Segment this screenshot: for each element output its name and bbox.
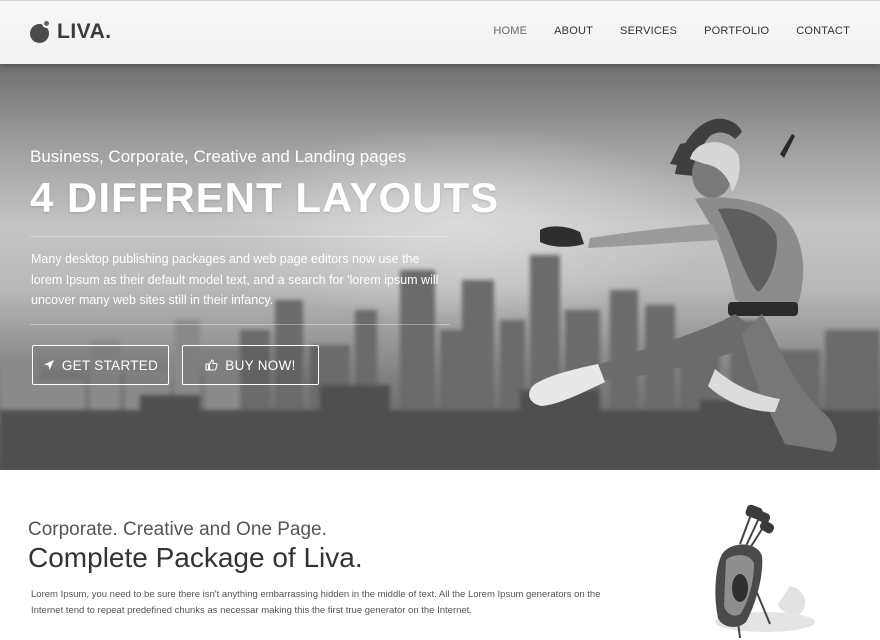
nav-contact[interactable]: CONTACT <box>796 25 850 37</box>
section-body: Lorem Ipsum, you need to be sure there i… <box>31 589 601 616</box>
nav-home[interactable]: HOME <box>493 25 527 37</box>
hero-divider <box>30 236 450 237</box>
buy-now-label: BUY NOW! <box>225 357 296 373</box>
thumbs-up-icon <box>205 359 218 371</box>
hero-subtitle: Business, Corporate, Creative and Landin… <box>30 147 407 166</box>
section-tagline: Corporate. Creative and One Page. <box>28 519 327 540</box>
golf-bag-image <box>715 504 815 639</box>
buy-now-button[interactable]: BUY NOW! <box>182 345 319 385</box>
get-started-button[interactable]: GET STARTED <box>32 345 169 385</box>
nav-portfolio[interactable]: PORTFOLIO <box>704 25 769 37</box>
section-headline: Complete Package of Liva. <box>28 542 363 573</box>
site-header: LIVA. HOME ABOUT SERVICES PORTFOLIO CONT… <box>0 0 880 64</box>
hero-description: Many desktop publishing packages and web… <box>31 252 439 307</box>
intro-section: Corporate. Creative and One Page. Comple… <box>0 470 880 640</box>
logo-text: LIVA. <box>57 20 112 43</box>
location-arrow-icon <box>43 360 54 370</box>
jumping-dancer-image <box>529 118 837 452</box>
nav-services[interactable]: SERVICES <box>620 25 677 37</box>
hero-title: 4 DIFFRENT LAYOUTS <box>30 174 500 221</box>
get-started-label: GET STARTED <box>61 357 159 373</box>
logo-mark-icon <box>30 19 52 45</box>
logo[interactable]: LIVA. <box>30 19 112 45</box>
hero-banner: Business, Corporate, Creative and Landin… <box>0 64 880 470</box>
main-nav: HOME ABOUT SERVICES PORTFOLIO CONTACT <box>466 25 850 37</box>
hero-divider-lower <box>30 324 450 325</box>
nav-about[interactable]: ABOUT <box>554 25 593 37</box>
